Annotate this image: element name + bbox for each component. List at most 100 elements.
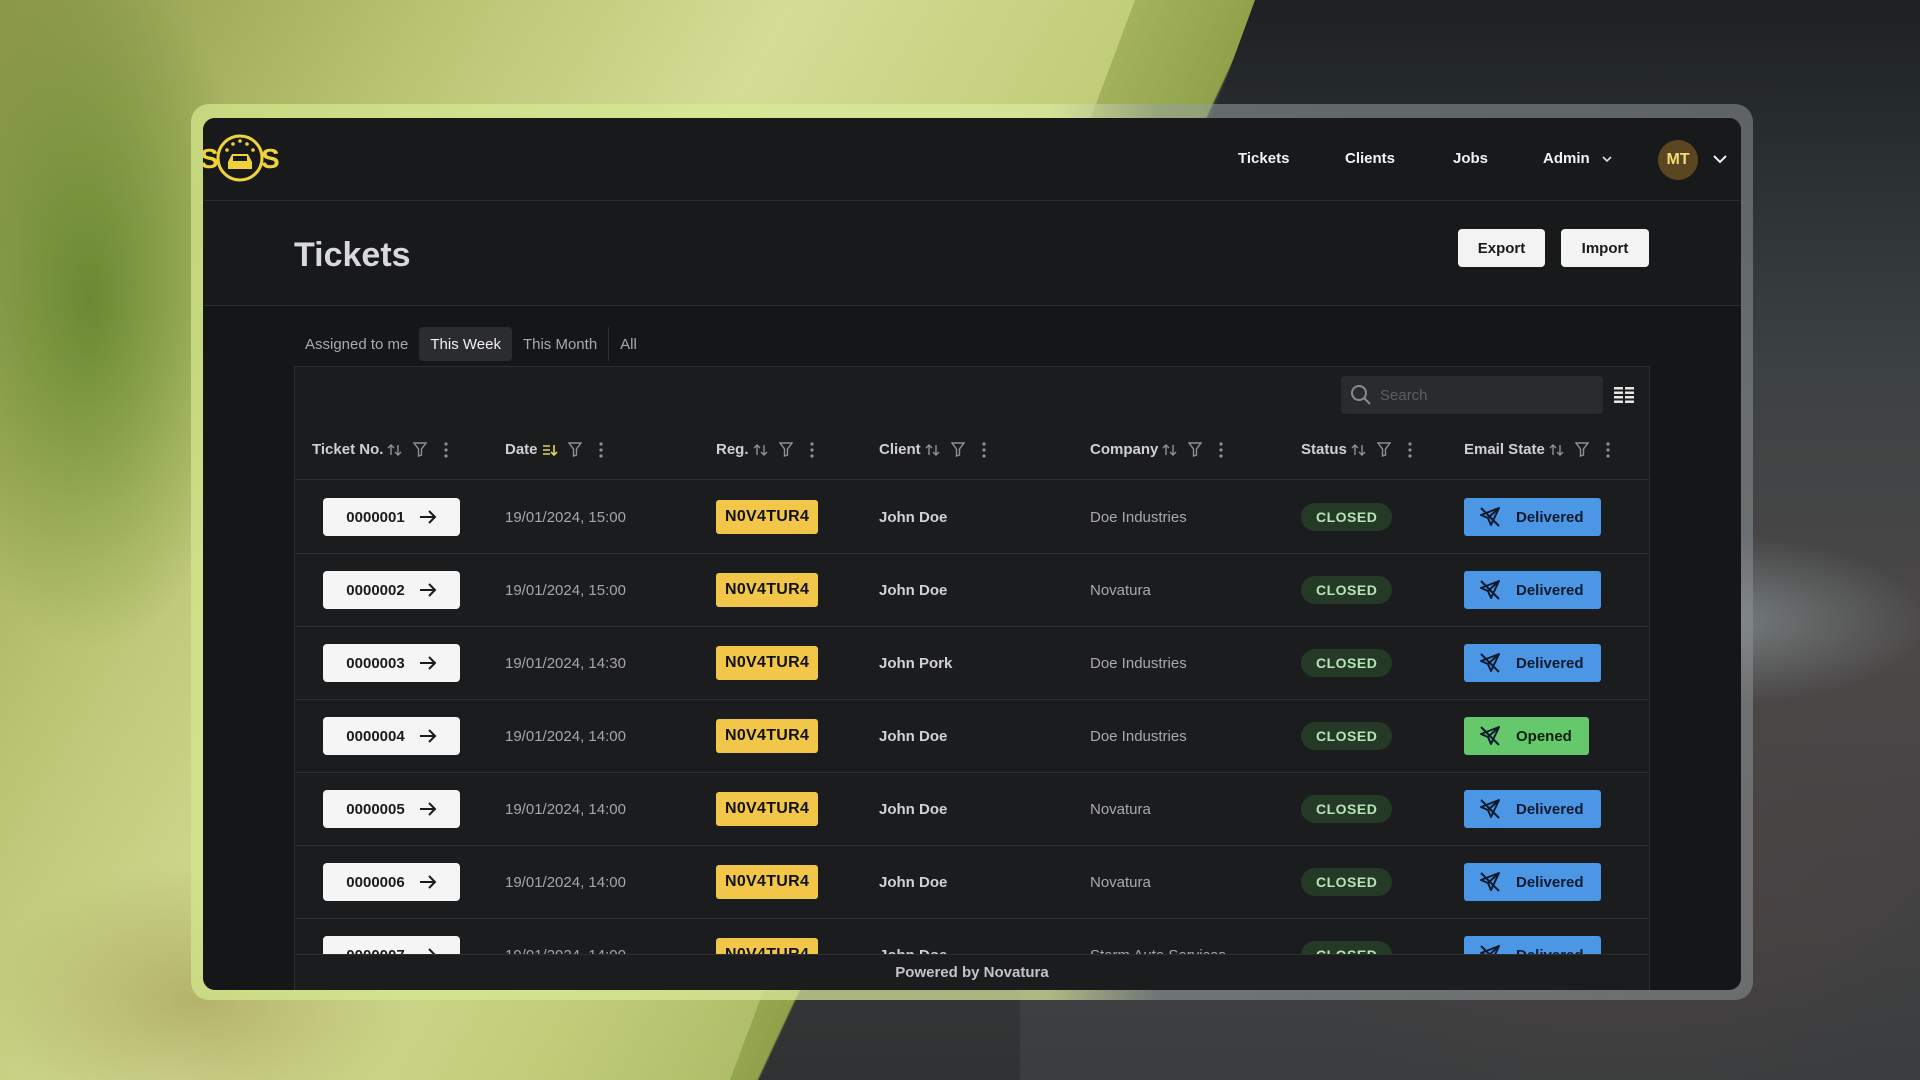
ticket-number: 0000006 bbox=[346, 873, 405, 891]
open-ticket-button[interactable]: 0000002 bbox=[323, 571, 460, 609]
filter-icon[interactable] bbox=[778, 442, 793, 457]
open-ticket-button[interactable]: 0000001 bbox=[323, 498, 460, 536]
column-settings-icon[interactable] bbox=[1613, 386, 1635, 404]
table-row[interactable]: 0000001 19/01/2024, 15:00 N0V4TUR4 John Doe… bbox=[295, 481, 1649, 554]
export-button[interactable]: Export bbox=[1458, 229, 1545, 267]
search-box[interactable] bbox=[1341, 376, 1603, 414]
registration-plate: N0V4TUR4 bbox=[716, 646, 819, 680]
column-label[interactable]: Company bbox=[1090, 441, 1158, 458]
sort-icon[interactable] bbox=[1162, 443, 1178, 457]
nav-tickets[interactable]: Tickets bbox=[1238, 150, 1289, 167]
logo-icon[interactable]: S S bbox=[203, 132, 283, 184]
open-ticket-button[interactable]: 0000006 bbox=[323, 863, 460, 901]
send-plane-off-icon bbox=[1478, 870, 1502, 894]
client-name: John Doe bbox=[879, 508, 948, 526]
company-name: Doe Industries bbox=[1090, 508, 1187, 526]
column-header-reg[interactable]: Reg. bbox=[716, 441, 815, 458]
status-badge: CLOSED bbox=[1301, 576, 1393, 604]
email-state-badge[interactable]: Delivered bbox=[1464, 571, 1601, 609]
company-name: Doe Industries bbox=[1090, 727, 1187, 745]
send-plane-off-icon bbox=[1478, 578, 1502, 602]
ticket-date: 19/01/2024, 15:00 bbox=[505, 508, 626, 526]
column-label[interactable]: Date bbox=[505, 441, 538, 458]
tab-assigned-to-me[interactable]: Assigned to me bbox=[294, 327, 419, 361]
table-row[interactable]: 0000002 19/01/2024, 15:00 N0V4TUR4 John Doe… bbox=[295, 554, 1649, 627]
email-state-label: Delivered bbox=[1516, 654, 1584, 672]
table-header: Ticket No. Date Reg. Client Company Status Ema… bbox=[295, 419, 1649, 480]
filter-tabs: Assigned to me This Week This Month All bbox=[294, 327, 648, 361]
nav-clients[interactable]: Clients bbox=[1345, 150, 1395, 167]
search-input[interactable] bbox=[1380, 386, 1580, 404]
sort-icon[interactable] bbox=[387, 443, 403, 457]
email-state-badge[interactable]: Delivered bbox=[1464, 863, 1601, 901]
filter-icon[interactable] bbox=[950, 442, 965, 457]
status-badge: CLOSED bbox=[1301, 503, 1393, 531]
tab-all[interactable]: All bbox=[609, 327, 648, 361]
column-header-date[interactable]: Date bbox=[505, 441, 604, 458]
email-state-badge[interactable]: Delivered bbox=[1464, 498, 1601, 536]
tab-this-month[interactable]: This Month bbox=[512, 327, 608, 361]
email-state-badge[interactable]: Delivered bbox=[1464, 644, 1601, 682]
column-header-company[interactable]: Company bbox=[1090, 441, 1224, 458]
column-menu-icon[interactable] bbox=[1218, 441, 1224, 458]
column-menu-icon[interactable] bbox=[443, 441, 449, 458]
column-label[interactable]: Ticket No. bbox=[312, 441, 383, 458]
column-menu-icon[interactable] bbox=[1605, 441, 1611, 458]
sort-icon[interactable] bbox=[925, 443, 941, 457]
arrow-right-icon bbox=[419, 509, 437, 525]
column-header-email-state[interactable]: Email State bbox=[1464, 441, 1611, 458]
user-menu-chevron-down-icon[interactable] bbox=[1712, 152, 1728, 166]
email-state-label: Delivered bbox=[1516, 873, 1584, 891]
table-row[interactable]: 0000004 19/01/2024, 14:00 N0V4TUR4 John Doe… bbox=[295, 700, 1649, 773]
user-avatar[interactable]: MT bbox=[1658, 140, 1698, 180]
admin-chevron-down-icon[interactable] bbox=[1601, 154, 1613, 164]
client-name: John Pork bbox=[879, 654, 953, 672]
nav-jobs[interactable]: Jobs bbox=[1453, 150, 1488, 167]
sort-icon[interactable] bbox=[753, 443, 769, 457]
table-row[interactable]: 0000003 19/01/2024, 14:30 N0V4TUR4 John Por… bbox=[295, 627, 1649, 700]
arrow-right-icon bbox=[419, 728, 437, 744]
column-label[interactable]: Reg. bbox=[716, 441, 749, 458]
ticket-number: 0000002 bbox=[346, 581, 405, 599]
top-navbar: S S Tickets Clients Jobs Admin MT bbox=[203, 118, 1741, 201]
email-state-badge[interactable]: Opened bbox=[1464, 717, 1589, 755]
send-plane-off-icon bbox=[1478, 651, 1502, 675]
filter-icon[interactable] bbox=[1376, 442, 1391, 457]
table-row[interactable]: 0000005 19/01/2024, 14:00 N0V4TUR4 John Doe… bbox=[295, 773, 1649, 846]
filter-icon[interactable] bbox=[413, 442, 428, 457]
client-name: John Doe bbox=[879, 873, 948, 891]
column-label[interactable]: Email State bbox=[1464, 441, 1545, 458]
svg-text:S: S bbox=[203, 143, 219, 174]
column-header-ticket-no[interactable]: Ticket No. bbox=[312, 441, 449, 458]
sort-icon[interactable] bbox=[1549, 443, 1565, 457]
open-ticket-button[interactable]: 0000003 bbox=[323, 644, 460, 682]
email-state-label: Delivered bbox=[1516, 508, 1584, 526]
tab-this-week[interactable]: This Week bbox=[419, 327, 512, 361]
status-badge: CLOSED bbox=[1301, 722, 1393, 750]
filter-icon[interactable] bbox=[1188, 442, 1203, 457]
open-ticket-button[interactable]: 0000005 bbox=[323, 790, 460, 828]
arrow-right-icon bbox=[419, 874, 437, 890]
email-state-badge[interactable]: Delivered bbox=[1464, 790, 1601, 828]
import-button[interactable]: Import bbox=[1561, 229, 1649, 267]
filter-icon[interactable] bbox=[1574, 442, 1589, 457]
nav-admin[interactable]: Admin bbox=[1543, 150, 1590, 167]
send-plane-off-icon bbox=[1478, 505, 1502, 529]
open-ticket-button[interactable]: 0000004 bbox=[323, 717, 460, 755]
column-menu-icon[interactable] bbox=[809, 441, 815, 458]
column-menu-icon[interactable] bbox=[981, 441, 987, 458]
column-menu-icon[interactable] bbox=[598, 441, 604, 458]
column-header-status[interactable]: Status bbox=[1301, 441, 1413, 458]
footer: Powered by Novatura bbox=[295, 954, 1649, 990]
sort-descending-icon[interactable] bbox=[542, 443, 558, 457]
column-label[interactable]: Status bbox=[1301, 441, 1347, 458]
column-label[interactable]: Client bbox=[879, 441, 921, 458]
registration-plate: N0V4TUR4 bbox=[716, 865, 819, 899]
sort-icon[interactable] bbox=[1351, 443, 1367, 457]
column-menu-icon[interactable] bbox=[1407, 441, 1413, 458]
registration-plate: N0V4TUR4 bbox=[716, 719, 819, 753]
table-row[interactable]: 0000006 19/01/2024, 14:00 N0V4TUR4 John Doe… bbox=[295, 846, 1649, 919]
email-state-label: Delivered bbox=[1516, 800, 1584, 818]
filter-icon[interactable] bbox=[567, 442, 582, 457]
column-header-client[interactable]: Client bbox=[879, 441, 987, 458]
